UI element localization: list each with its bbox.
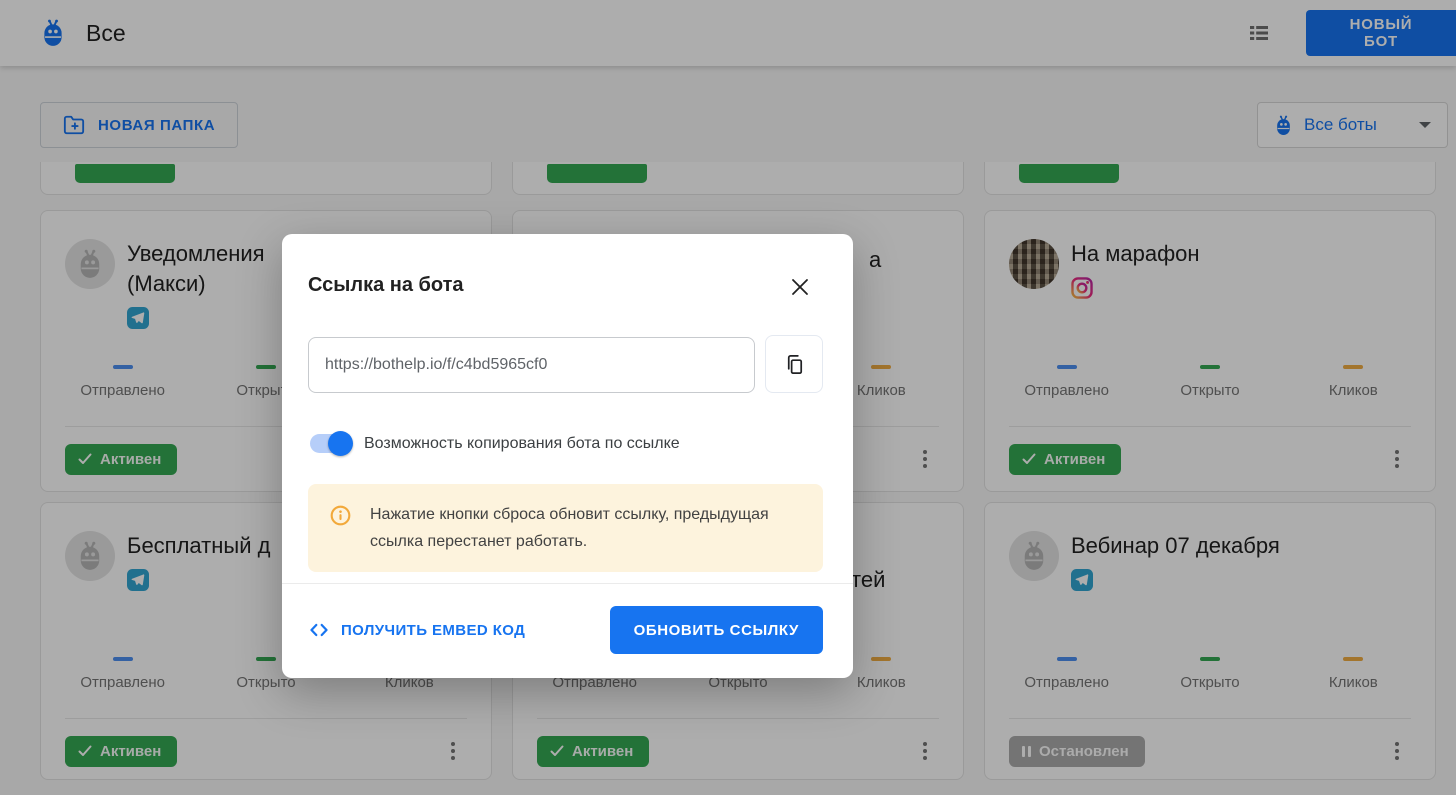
warning-banner: Нажатие кнопки сброса обновит ссылку, пр… (308, 484, 823, 572)
bot-link-modal: Ссылка на бота Возможность копирования б… (282, 234, 853, 678)
divider (282, 583, 853, 584)
app-screen: Все НОВЫЙ БОТ НОВАЯ ПАПКА (0, 0, 1456, 795)
copy-permission-toggle[interactable] (310, 434, 350, 453)
info-icon (329, 504, 352, 527)
update-link-button[interactable]: ОБНОВИТЬ ССЫЛКУ (610, 606, 823, 654)
modal-title: Ссылка на бота (308, 274, 464, 297)
warning-text: Нажатие кнопки сброса обновит ссылку, пр… (370, 501, 807, 555)
copy-icon (783, 353, 806, 376)
code-icon (308, 619, 330, 641)
toggle-label: Возможность копирования бота по ссылке (364, 435, 680, 453)
close-icon[interactable] (787, 274, 813, 300)
copy-link-button[interactable] (765, 335, 823, 393)
bot-link-input[interactable] (308, 337, 755, 393)
get-embed-code-button[interactable]: ПОЛУЧИТЬ EMBED КОД (308, 606, 525, 654)
